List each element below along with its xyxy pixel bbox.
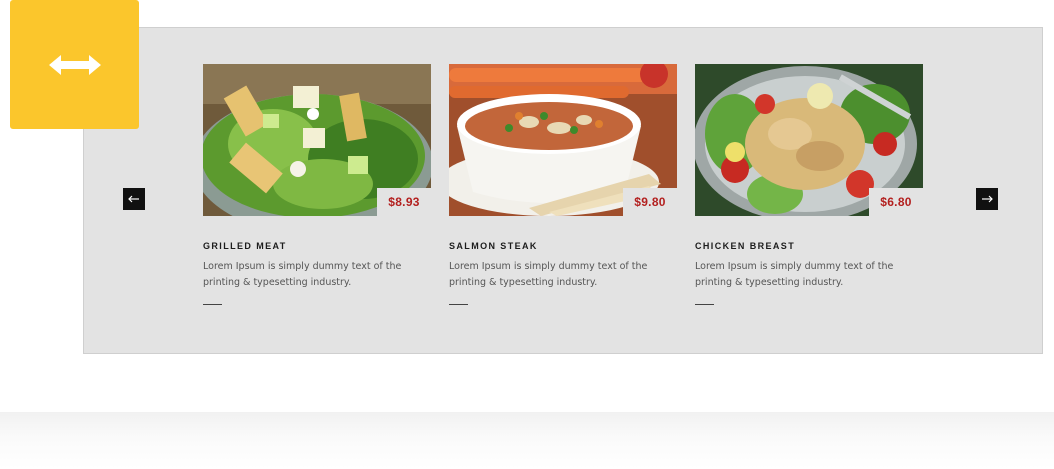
arrow-left-icon	[128, 195, 139, 203]
card-description: Lorem Ipsum is simply dummy text of the …	[203, 261, 402, 288]
menu-card[interactable]: $9.80 SALMON STEAK Lorem Ipsum is simply…	[449, 64, 677, 305]
price-tag: $9.80	[623, 188, 677, 216]
drop-shadow	[0, 412, 1054, 469]
soup-photo[interactable]: $9.80	[449, 64, 677, 216]
carousel-next-button[interactable]	[976, 188, 998, 210]
card-description: Lorem Ipsum is simply dummy text of the …	[695, 261, 894, 288]
resize-badge[interactable]	[10, 0, 139, 129]
divider	[695, 304, 714, 305]
divider	[449, 304, 468, 305]
pasta-salad-photo[interactable]: $6.80	[695, 64, 923, 216]
menu-card[interactable]: $6.80 CHICKEN BREAST Lorem Ipsum is simp…	[695, 64, 923, 305]
price-tag: $6.80	[869, 188, 923, 216]
arrow-right-icon	[982, 195, 993, 203]
divider	[203, 304, 222, 305]
carousel-prev-button[interactable]	[123, 188, 145, 210]
card-description: Lorem Ipsum is simply dummy text of the …	[449, 261, 648, 288]
salad-photo[interactable]: $8.93	[203, 64, 431, 216]
price-tag: $8.93	[377, 188, 431, 216]
card-title[interactable]: CHICKEN BREAST	[695, 241, 923, 251]
menu-card[interactable]: $8.93 GRILLED MEAT Lorem Ipsum is simply…	[203, 64, 431, 305]
horizontal-resize-icon	[48, 54, 101, 75]
card-title[interactable]: SALMON STEAK	[449, 241, 677, 251]
card-title[interactable]: GRILLED MEAT	[203, 241, 431, 251]
